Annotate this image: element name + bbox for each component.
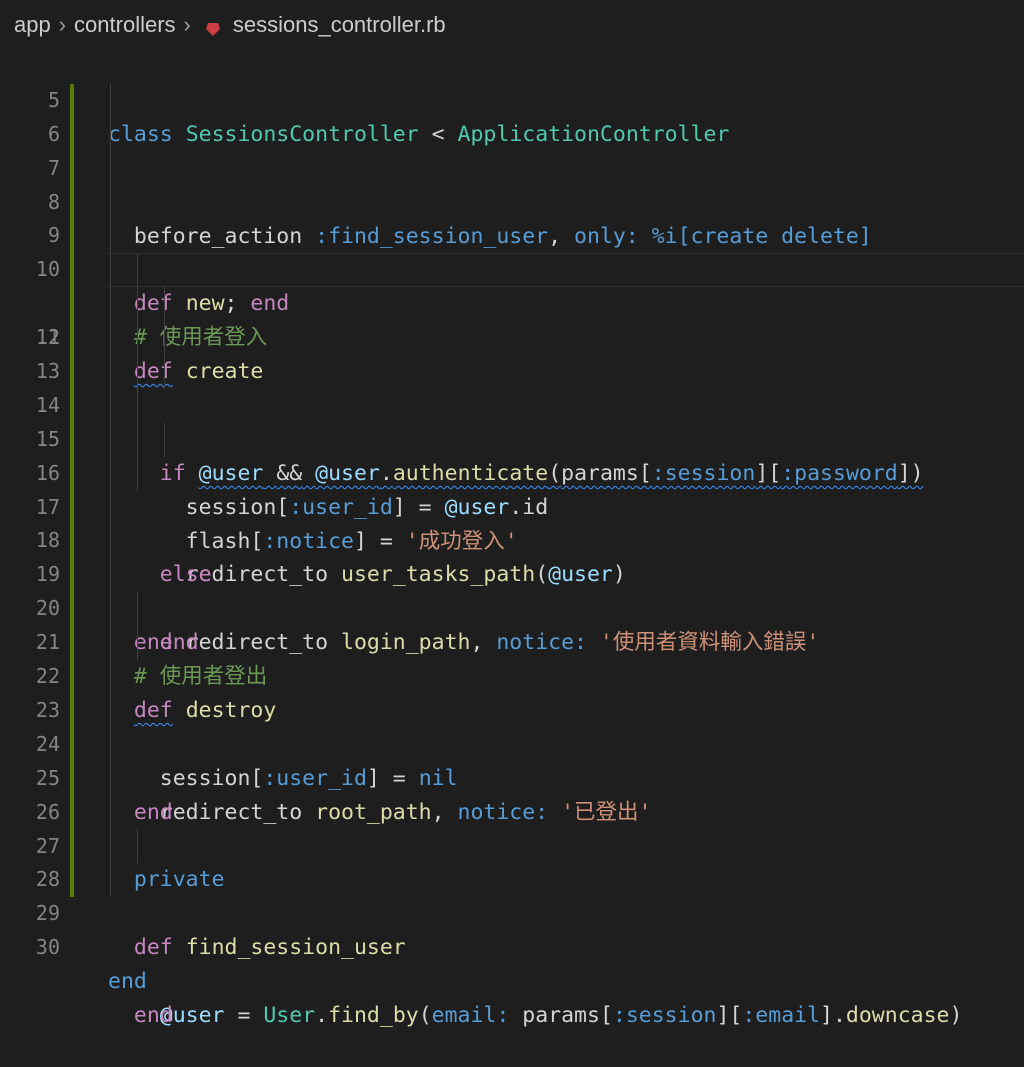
chevron-right-icon: ›: [183, 12, 191, 37]
code-line[interactable]: 16 redirect_to login_path, notice: '使用者資…: [0, 422, 1024, 655]
breadcrumb-file[interactable]: sessions_controller.rb: [233, 12, 446, 38]
code-line[interactable]: 23 end: [0, 660, 1024, 825]
current-line-highlight: [108, 253, 1024, 288]
code-line[interactable]: 26: [0, 761, 1024, 824]
git-modified-indicator: [70, 829, 74, 864]
git-modified-indicator: [70, 490, 74, 525]
ruby-icon: [205, 17, 221, 36]
code-line[interactable]: 15 else: [0, 388, 1024, 587]
code-line[interactable]: 27 def find_session_user: [0, 795, 1024, 960]
code-line[interactable]: 30 end: [0, 897, 1024, 994]
git-modified-indicator: [70, 863, 74, 898]
git-modified-indicator: [70, 83, 74, 118]
code-line[interactable]: 7: [0, 117, 1024, 180]
code-line[interactable]: 13 flash[:notice] = '成功登入': [0, 321, 1024, 554]
git-modified-indicator: [70, 422, 74, 457]
git-modified-indicator: [70, 287, 74, 322]
git-modified-indicator: [70, 388, 74, 423]
git-modified-indicator: [70, 321, 74, 356]
code-line[interactable]: 10 def create: [0, 219, 1024, 384]
git-modified-indicator: [70, 524, 74, 559]
git-modified-indicator: [70, 456, 74, 491]
git-modified-indicator: [70, 151, 74, 186]
git-modified-indicator: [70, 795, 74, 830]
code-line[interactable]: 17 end: [0, 456, 1024, 655]
git-modified-indicator: [70, 761, 74, 796]
git-modified-indicator: [70, 626, 74, 661]
git-modified-indicator: [70, 660, 74, 694]
code-line[interactable]: 8 def new; end: [0, 151, 1024, 316]
code-line[interactable]: 21 session[:user_id] = nil: [0, 592, 1024, 791]
code-line[interactable]: 12 session[:user_id] = @user.id: [0, 287, 1024, 520]
git-modified-indicator: [70, 185, 74, 220]
code-line[interactable]: 25 private: [0, 727, 1024, 892]
git-modified-indicator: [70, 693, 74, 728]
code-editor[interactable]: 5 class SessionsController < Application…: [0, 50, 1024, 1028]
code-line[interactable]: 6 before_action :find_session_user, only…: [0, 83, 1024, 249]
code-line[interactable]: 18 end: [0, 490, 1024, 655]
code-line[interactable]: 24: [0, 693, 1024, 756]
git-modified-indicator: [70, 117, 74, 152]
code-line[interactable]: 11 if @user && @user.authenticate(params…: [0, 253, 1024, 486]
code-line[interactable]: 22 redirect_to root_path, notice: '已登出': [0, 626, 1024, 825]
git-modified-indicator: [70, 355, 74, 389]
git-modified-indicator: [70, 558, 74, 593]
code-line[interactable]: 19 # 使用者登出: [0, 524, 1024, 689]
git-modified-indicator: [70, 592, 74, 627]
line-number: 30: [35, 935, 60, 960]
git-modified-indicator: [70, 253, 74, 288]
chevron-right-icon: ›: [58, 12, 67, 37]
code-line[interactable]: 28 @user = User.find_by(email: params[:s…: [0, 829, 1024, 1028]
code-line[interactable]: 14 redirect_to user_tasks_path(@user): [0, 355, 1024, 587]
code-line[interactable]: 29 end: [0, 863, 1024, 1028]
breadcrumb-controllers[interactable]: controllers: [74, 12, 175, 38]
code-line[interactable]: 9 # 使用者登入: [0, 185, 1024, 350]
breadcrumb-app[interactable]: app: [14, 12, 51, 38]
git-modified-indicator: [70, 727, 74, 762]
code-line[interactable]: 20 def destroy: [0, 558, 1024, 723]
breadcrumb: app › controllers › sessions_controller.…: [0, 0, 1024, 50]
code-line[interactable]: 5 class SessionsController < Application…: [0, 50, 1024, 147]
git-modified-indicator: [70, 219, 74, 254]
